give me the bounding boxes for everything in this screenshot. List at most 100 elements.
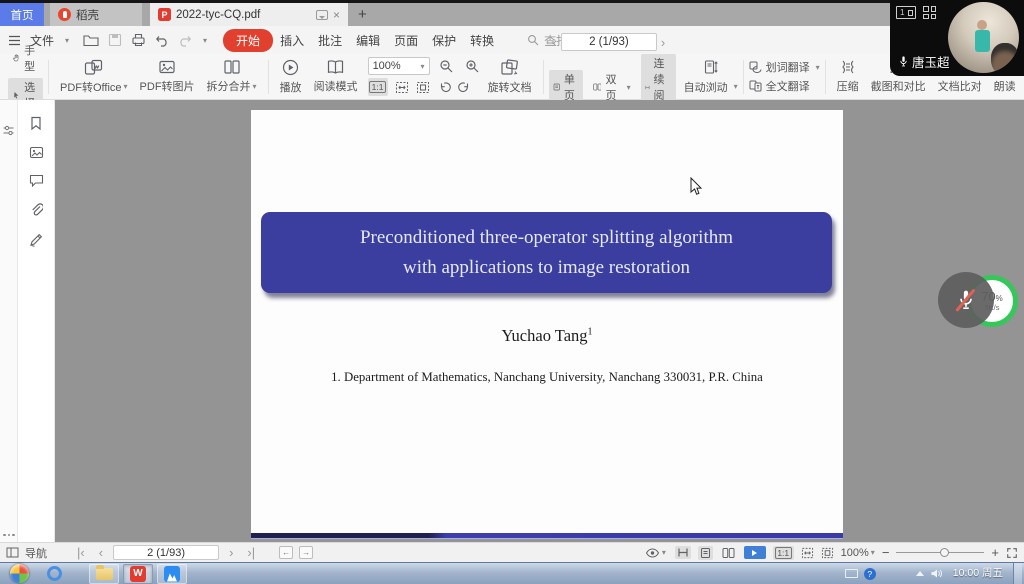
document-canvas[interactable]: Preconditioned three-operator splitting …	[55, 100, 1024, 542]
rotate-right-icon[interactable]	[458, 81, 472, 94]
start-button[interactable]	[10, 564, 29, 583]
speaker-icon[interactable]	[930, 568, 943, 579]
fullscreen-icon[interactable]	[1006, 547, 1018, 559]
zoom-slider[interactable]	[896, 552, 984, 553]
mic-muted-button[interactable]	[938, 272, 994, 328]
single-page-toggle-status[interactable]	[698, 546, 713, 560]
menu-edit[interactable]: 编辑	[349, 32, 387, 49]
main-area: Preconditioned three-operator splitting …	[0, 100, 1024, 542]
zoom-slider-knob[interactable]	[940, 548, 949, 557]
menu-convert[interactable]: 转换	[463, 32, 501, 49]
zoom-select[interactable]: 100% ▾	[368, 57, 430, 75]
tab-home-label: 首页	[11, 7, 34, 23]
webcam-overlay[interactable]: 1 唐玉超	[890, 0, 1024, 76]
save-icon[interactable]	[108, 33, 122, 47]
zoom-select-status[interactable]: 100%▾	[841, 547, 875, 559]
compress-icon	[839, 59, 857, 75]
first-page-button[interactable]: |‹	[73, 545, 89, 560]
chevron-down-icon[interactable]: ▾	[203, 36, 207, 45]
chevron-down-icon: ▾	[253, 82, 257, 91]
read-mode-button[interactable]: 阅读模式	[308, 57, 364, 96]
meeting-float-widget[interactable]: 70% 5K/s	[938, 270, 1018, 332]
full-translate-button[interactable]: 全文翻译	[749, 78, 820, 94]
eye-protect-button[interactable]: ▾	[643, 547, 668, 559]
double-page-toggle-status[interactable]	[720, 546, 737, 560]
slideshow-play-button[interactable]	[744, 546, 766, 559]
zoom-slider-plus[interactable]: +	[991, 545, 999, 560]
new-tab-button[interactable]: +	[358, 3, 367, 26]
open-folder-icon[interactable]	[83, 33, 99, 47]
double-page-button[interactable]: 双页 ▾	[589, 70, 635, 104]
prev-page-button-status[interactable]: ‹	[95, 545, 107, 560]
tab-docer[interactable]: 稻壳	[50, 3, 142, 26]
undo-icon[interactable]	[155, 34, 169, 47]
taskbar-explorer-icon[interactable]	[89, 564, 119, 584]
zoom-slider-minus[interactable]: −	[882, 545, 890, 560]
auto-scroll-icon[interactable]	[703, 59, 718, 76]
play-button[interactable]: 播放	[274, 57, 308, 97]
adjust-sliders-icon[interactable]	[2, 124, 15, 137]
close-tab-icon[interactable]: ×	[333, 8, 340, 22]
taskbar-browser-icon[interactable]	[39, 564, 69, 584]
taskbar-clock[interactable]: 10:00 周五	[953, 568, 1003, 579]
show-desktop-button[interactable]	[1013, 563, 1022, 584]
compress-button[interactable]: 压缩	[831, 57, 865, 96]
taskbar-wps-icon[interactable]: W	[123, 564, 153, 584]
auto-scroll-button[interactable]: 自动浏动▾	[684, 79, 738, 95]
redo-icon[interactable]	[178, 34, 192, 47]
pdf-to-office-button[interactable]: PDF转Office▾	[54, 57, 134, 97]
image-panel-icon[interactable]	[29, 146, 44, 159]
fit-page-icon[interactable]	[821, 547, 834, 559]
read-mode-label: 阅读模式	[314, 78, 358, 94]
menu-protect[interactable]: 保护	[425, 32, 463, 49]
help-tray-icon[interactable]: ?	[864, 568, 876, 580]
rail-more-icon[interactable]	[3, 534, 15, 537]
menu-page[interactable]: 页面	[387, 32, 425, 49]
comment-bubble-icon[interactable]	[316, 10, 328, 20]
tray-expand-icon[interactable]	[916, 571, 924, 576]
fit-width-icon[interactable]	[395, 81, 409, 94]
signature-stamp-icon[interactable]	[29, 232, 44, 247]
tab-document[interactable]: P 2022-tyc-CQ.pdf ×	[150, 3, 348, 26]
single-page-button[interactable]: 单页	[549, 70, 583, 104]
word-translate-button[interactable]: 划词翻译 ▾	[749, 59, 820, 75]
hand-tool-button[interactable]: 手型	[8, 41, 43, 75]
next-page-button[interactable]: ›	[657, 35, 669, 50]
bookmark-icon[interactable]	[29, 116, 43, 131]
view-forward-button[interactable]: →	[299, 546, 313, 559]
menu-insert[interactable]: 插入	[273, 32, 311, 49]
gallery-view-icon[interactable]	[923, 6, 936, 19]
zoom-out-button[interactable]	[436, 57, 456, 75]
docer-flame-icon	[58, 8, 71, 21]
nav-toggle[interactable]: 导航	[6, 545, 47, 561]
rotate-doc-button[interactable]: 旋转文档	[482, 57, 538, 97]
split-merge-button[interactable]: 拆分合并▾	[201, 57, 263, 96]
input-method-icon[interactable]	[845, 569, 858, 578]
comment-panel-icon[interactable]	[29, 174, 44, 187]
chevron-down-icon: ▾	[65, 36, 69, 45]
last-page-button[interactable]: ›|	[243, 545, 259, 560]
attachment-icon[interactable]	[29, 202, 43, 217]
pdf-page[interactable]: Preconditioned three-operator splitting …	[251, 110, 843, 533]
continuous-read-toggle-status[interactable]	[675, 546, 691, 559]
fit-width-icon[interactable]	[801, 547, 814, 559]
tab-home[interactable]: 首页	[0, 3, 44, 26]
one-to-one-label: 1:1	[369, 81, 386, 93]
view-back-button[interactable]: ←	[279, 546, 293, 559]
taskbar-meeting-icon[interactable]	[157, 564, 187, 584]
menu-annotate[interactable]: 批注	[311, 32, 349, 49]
next-page-button-status[interactable]: ›	[225, 545, 237, 560]
page-number-input[interactable]: 2 (1/93)	[561, 33, 657, 51]
actual-size-button[interactable]: 1:1	[368, 78, 388, 96]
prev-page-button[interactable]: ‹	[549, 35, 561, 50]
pdf-to-image-button[interactable]: PDF转图片	[134, 57, 201, 96]
print-icon[interactable]	[131, 33, 146, 47]
fit-page-icon[interactable]	[416, 81, 430, 94]
zoom-in-button[interactable]	[462, 57, 482, 75]
menu-start[interactable]: 开始	[223, 29, 273, 52]
speaker-view-icon[interactable]: 1	[896, 6, 916, 19]
actual-size-toggle-status[interactable]: 1:1	[773, 546, 794, 560]
page-number-input-status[interactable]: 2 (1/93)	[113, 545, 219, 560]
rotate-left-icon[interactable]	[437, 81, 451, 94]
microphone-icon	[898, 55, 909, 68]
